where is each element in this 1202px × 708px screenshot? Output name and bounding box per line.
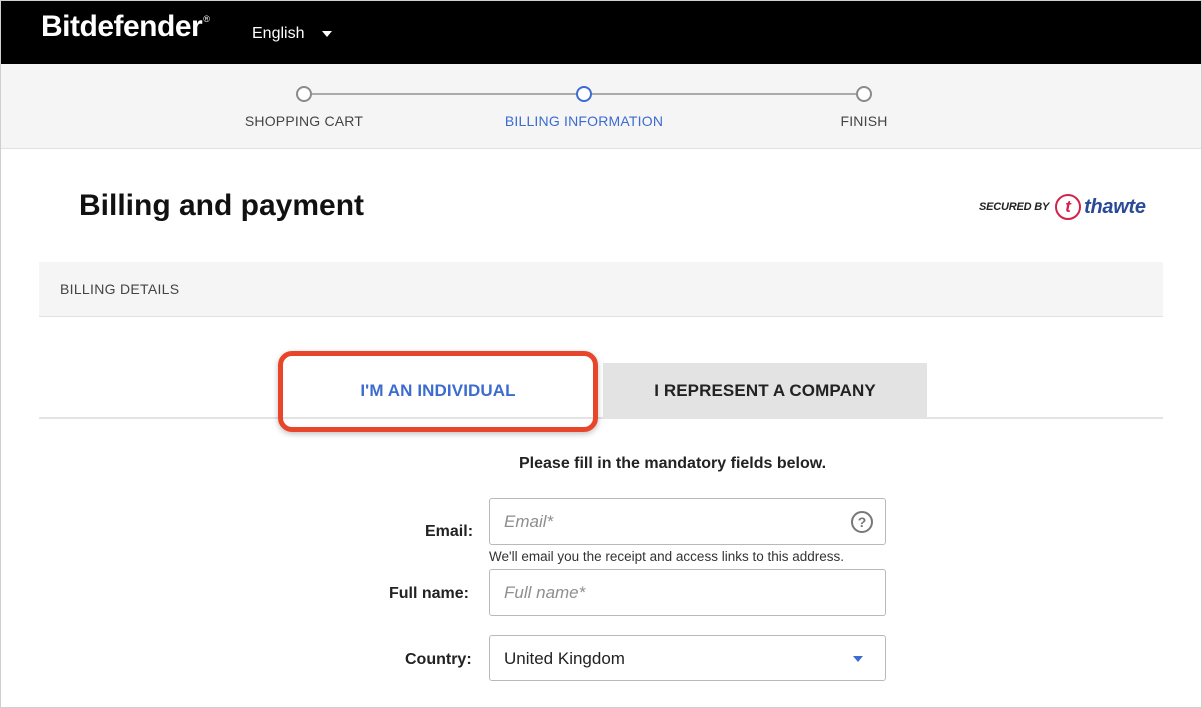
language-selector[interactable]: English <box>252 25 333 43</box>
email-input[interactable] <box>490 499 885 544</box>
secured-by-thawte-badge: SECURED BY t thawte <box>979 194 1146 220</box>
email-field-wrapper: ? <box>489 498 886 545</box>
thawte-logo-icon: t <box>1055 194 1082 220</box>
step-connector <box>312 93 576 95</box>
checkout-stepper: SHOPPING CART BILLING INFORMATION FINISH <box>1 64 1201 149</box>
logo-text: Bitdefender <box>41 10 203 43</box>
email-hint: We'll email you the receipt and access l… <box>489 549 844 564</box>
step-finish: FINISH <box>840 113 888 129</box>
country-selected-value: United Kingdom <box>504 649 625 668</box>
country-label: Country: <box>405 651 472 668</box>
language-label: English <box>252 25 305 42</box>
chevron-down-icon <box>853 656 863 662</box>
section-title: BILLING DETAILS <box>60 281 180 297</box>
form-instruction: Please fill in the mandatory fields belo… <box>519 455 827 472</box>
bitdefender-logo[interactable]: Bitdefender® <box>41 10 210 44</box>
billing-details-header: BILLING DETAILS <box>39 262 1163 317</box>
full-name-field-wrapper <box>489 569 886 616</box>
step-connector <box>592 93 856 95</box>
tab-company[interactable]: I REPRESENT A COMPANY <box>603 363 927 418</box>
step-dot-finish <box>856 86 872 102</box>
tab-individual[interactable]: I'M AN INDIVIDUAL <box>289 363 587 418</box>
page-title: Billing and payment <box>79 189 365 222</box>
email-label: Email: <box>425 523 474 540</box>
caret-down-icon <box>322 31 333 37</box>
logo-registered-mark: ® <box>203 14 210 24</box>
country-select[interactable]: United Kingdom <box>489 635 886 681</box>
question-circle-icon[interactable]: ? <box>851 511 873 533</box>
full-name-input[interactable] <box>490 570 885 615</box>
secured-by-label: SECURED BY <box>979 201 1050 213</box>
step-billing-information: BILLING INFORMATION <box>504 113 664 129</box>
step-dot-shopping-cart <box>296 86 312 102</box>
full-name-label: Full name: <box>389 585 470 602</box>
tab-divider <box>39 417 1163 419</box>
top-header: Bitdefender® English <box>1 1 1201 64</box>
thawte-wordmark: thawte <box>1084 195 1146 218</box>
page-frame: Bitdefender® English SHOPPING CART BILLI… <box>0 0 1202 708</box>
step-shopping-cart[interactable]: SHOPPING CART <box>245 113 363 129</box>
step-dot-billing-information <box>576 86 592 102</box>
